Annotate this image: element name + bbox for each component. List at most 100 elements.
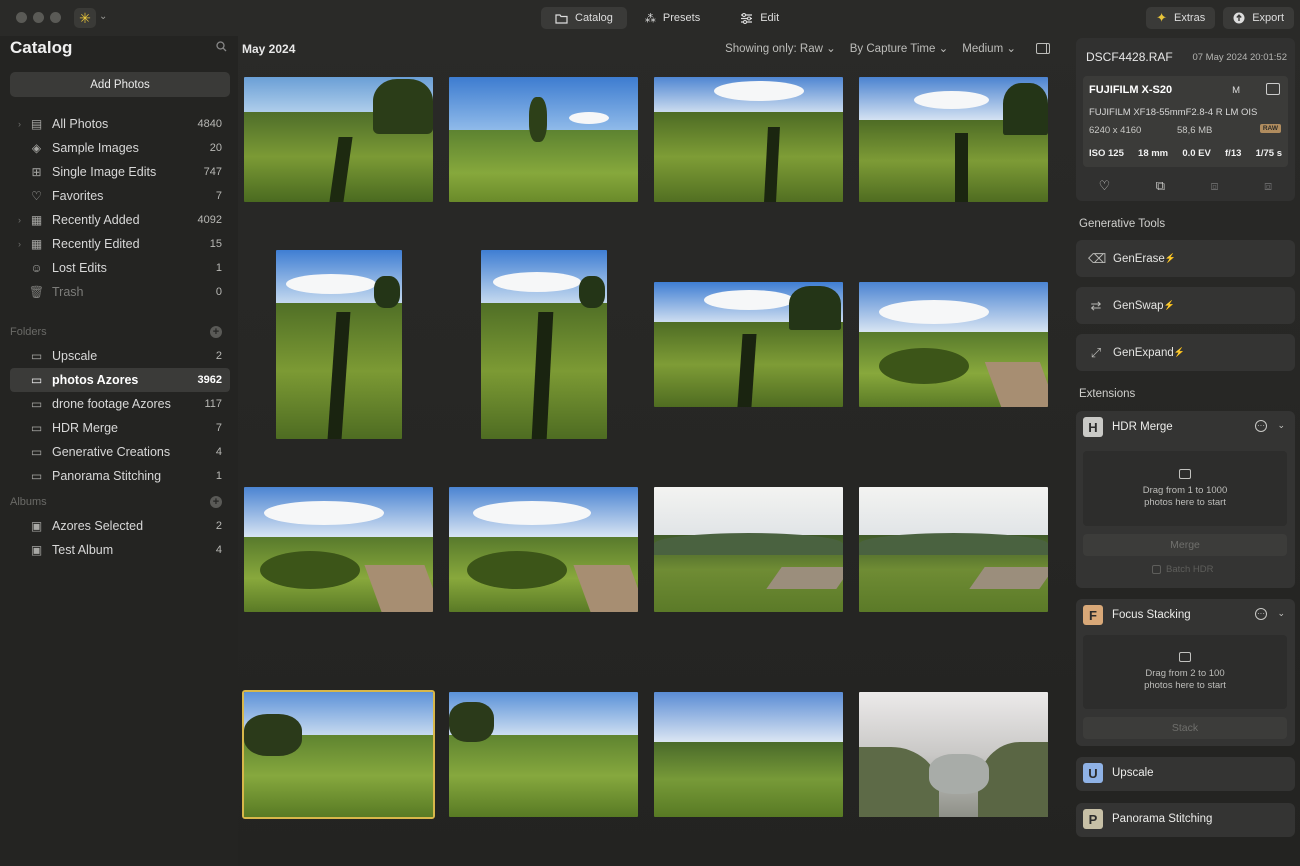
photo-thumbnail-selected[interactable] xyxy=(242,690,435,819)
photo-thumbnail[interactable] xyxy=(859,282,1048,407)
exposure-comp-value: 0.0 EV xyxy=(1182,148,1211,159)
chevron-down-icon[interactable]: ⌄ xyxy=(1277,420,1285,431)
chevron-right-icon[interactable]: › xyxy=(18,119,21,129)
more-options-icon[interactable]: ··· xyxy=(1255,420,1267,432)
trash-icon: 🗑 xyxy=(28,285,45,299)
add-album-button[interactable]: + xyxy=(210,496,222,508)
photo-thumbnail[interactable] xyxy=(859,487,1048,612)
sidebar-item-sample-images[interactable]: ◈ Sample Images 20 xyxy=(10,136,230,160)
genswap-button[interactable]: ⇄ GenSwap ⚡ xyxy=(1076,287,1295,324)
search-icon[interactable] xyxy=(216,41,227,55)
sidebar-item-label: Recently Added xyxy=(52,213,140,227)
add-photos-button[interactable]: Add Photos xyxy=(10,72,230,97)
export-icon xyxy=(1233,12,1245,24)
photo-thumbnail[interactable] xyxy=(859,77,1048,202)
genexpand-button[interactable]: ⤢ GenExpand ⚡ xyxy=(1076,334,1295,371)
right-panel: DSCF4428.RAF 07 May 2024 20:01:52 FUJIFI… xyxy=(1066,36,1300,866)
puzzle-star-icon: ✦ xyxy=(1156,10,1168,25)
sidebar-item-lost-edits[interactable]: ☺ Lost Edits 1 xyxy=(10,256,230,280)
photo-thumbnail[interactable] xyxy=(859,692,1048,817)
focus-stacking-extension: F Focus Stacking ··· ⌄ Drag from 2 to 10… xyxy=(1076,599,1295,746)
sidebar-item-label: Generative Creations xyxy=(52,445,171,459)
sidebar-item-folder-generative[interactable]: ▭ Generative Creations 4 xyxy=(10,440,230,464)
sidebar-item-count: 4 xyxy=(215,544,222,556)
card-actions: ♡ ⧉ ⧈ ⧈ xyxy=(1076,178,1295,194)
photo-thumbnail[interactable] xyxy=(244,77,433,202)
hdr-merge-header[interactable]: H HDR Merge ··· ⌄ xyxy=(1076,411,1295,443)
minimize-window-button[interactable] xyxy=(33,12,44,23)
panorama-extension[interactable]: P Panorama Stitching xyxy=(1076,803,1295,837)
photo-thumbnail[interactable] xyxy=(449,692,638,817)
panorama-header[interactable]: P Panorama Stitching xyxy=(1076,803,1295,835)
sidebar-item-label: photos Azores xyxy=(52,373,139,387)
stack-button[interactable]: Stack xyxy=(1083,717,1287,739)
sort-dropdown[interactable]: By Capture Time ⌄ xyxy=(850,41,949,55)
sort-label: By Capture Time xyxy=(849,43,936,55)
sidebar-item-count: 20 xyxy=(209,142,222,154)
photo-thumbnail[interactable] xyxy=(276,250,402,439)
chevron-down-icon[interactable]: ⌄ xyxy=(1277,608,1285,619)
sidebar-item-trash[interactable]: 🗑 Trash 0 xyxy=(10,280,230,304)
sidebar-item-album-azores-selected[interactable]: ▣ Azores Selected 2 xyxy=(10,514,230,538)
upscale-extension[interactable]: U Upscale xyxy=(1076,757,1295,791)
chevron-right-icon[interactable]: › xyxy=(18,239,21,249)
photos-icon: ▤ xyxy=(30,117,43,131)
graduation-cap-icon: ◈ xyxy=(31,141,42,155)
sidebar-item-favorites[interactable]: ♡ Favorites 7 xyxy=(10,184,230,208)
photo-thumbnail[interactable] xyxy=(654,282,843,407)
heart-icon[interactable]: ♡ xyxy=(1099,178,1111,194)
focus-stacking-header[interactable]: F Focus Stacking ··· ⌄ xyxy=(1076,599,1295,631)
chevron-down-icon[interactable]: ⌄ xyxy=(99,11,107,22)
paste-adjustments-icon[interactable]: ⧈ xyxy=(1264,178,1272,194)
sidebar-item-folder-upscale[interactable]: ▭ Upscale 2 xyxy=(10,344,230,368)
shutter-speed-value: 1/75 s xyxy=(1255,148,1282,159)
photo-thumbnail[interactable] xyxy=(449,487,638,612)
photo-thumbnail[interactable] xyxy=(449,77,638,202)
photo-thumbnail[interactable] xyxy=(481,250,607,439)
expand-icon: ⤢ xyxy=(1090,344,1102,360)
tab-edit[interactable]: Edit xyxy=(726,7,793,29)
panorama-badge-icon: P xyxy=(1083,809,1103,829)
chevron-right-icon[interactable]: › xyxy=(18,215,21,225)
sidebar-item-all-photos[interactable]: › ▤ All Photos 4840 xyxy=(10,112,230,136)
sidebar-item-folder-photos-azores[interactable]: ▭ photos Azores 3962 xyxy=(10,368,230,392)
sidebar-item-folder-drone-footage[interactable]: ▭ drone footage Azores 117 xyxy=(10,392,230,416)
generase-button[interactable]: ⌫ GenErase ⚡ xyxy=(1076,240,1295,277)
merge-button[interactable]: Merge xyxy=(1083,534,1287,556)
hdr-merge-extension: H HDR Merge ··· ⌄ Drag from 1 to 1000 ph… xyxy=(1076,411,1295,588)
sidebar-item-recently-edited[interactable]: › ▦ Recently Edited 15 xyxy=(10,232,230,256)
lost-edits-icon: ☺ xyxy=(30,261,43,275)
sidebar-item-folder-hdr-merge[interactable]: ▭ HDR Merge 7 xyxy=(10,416,230,440)
thumbnail-size-dropdown[interactable]: Medium ⌄ xyxy=(962,41,1016,55)
export-button[interactable]: Export xyxy=(1223,7,1294,29)
close-window-button[interactable] xyxy=(16,12,27,23)
hdr-drop-zone[interactable]: Drag from 1 to 1000 photos here to start xyxy=(1083,451,1287,526)
extras-button[interactable]: ✦ Extras xyxy=(1146,7,1216,29)
sidebar-item-recently-added[interactable]: › ▦ Recently Added 4092 xyxy=(10,208,230,232)
photo-thumbnail[interactable] xyxy=(654,692,843,817)
photo-thumbnail[interactable] xyxy=(654,77,843,202)
sidebar-item-album-test[interactable]: ▣ Test Album 4 xyxy=(10,538,230,562)
batch-hdr-checkbox[interactable]: Batch HDR xyxy=(1152,564,1214,575)
sidebar-item-count: 1 xyxy=(215,262,222,274)
hdr-merge-title: HDR Merge xyxy=(1112,421,1173,433)
photo-thumbnail[interactable] xyxy=(244,487,433,612)
add-folder-button[interactable]: + xyxy=(210,326,222,338)
photo-thumbnail[interactable] xyxy=(654,487,843,612)
sidebar-item-folder-panorama[interactable]: ▭ Panorama Stitching 1 xyxy=(10,464,230,488)
exif-card: FUJIFILM X-S20 M FUJIFILM XF18-55mmF2.8-… xyxy=(1083,76,1288,167)
tab-presets[interactable]: ⁂ Presets xyxy=(631,7,714,29)
raw-filter-dropdown[interactable]: Showing only: Raw ⌄ xyxy=(725,41,836,55)
zoom-window-button[interactable] xyxy=(50,12,61,23)
focus-drop-zone[interactable]: Drag from 2 to 100 photos here to start xyxy=(1083,635,1287,709)
tab-catalog[interactable]: Catalog xyxy=(541,7,627,29)
toggle-panel-icon[interactable] xyxy=(1036,42,1050,54)
app-logo-icon[interactable]: ✳ xyxy=(74,8,96,28)
upscale-header[interactable]: U Upscale xyxy=(1076,757,1295,789)
sidebar: Catalog Add Photos › ▤ All Photos 4840 ◈ Sam… xyxy=(0,36,238,866)
more-options-icon[interactable]: ··· xyxy=(1255,608,1267,620)
tab-catalog-label: Catalog xyxy=(575,12,613,24)
copy-adjustments-icon[interactable]: ⧈ xyxy=(1210,178,1218,194)
sidebar-item-single-image-edits[interactable]: ⊞ Single Image Edits 747 xyxy=(10,160,230,184)
share-icon[interactable]: ⧉ xyxy=(1156,178,1165,194)
